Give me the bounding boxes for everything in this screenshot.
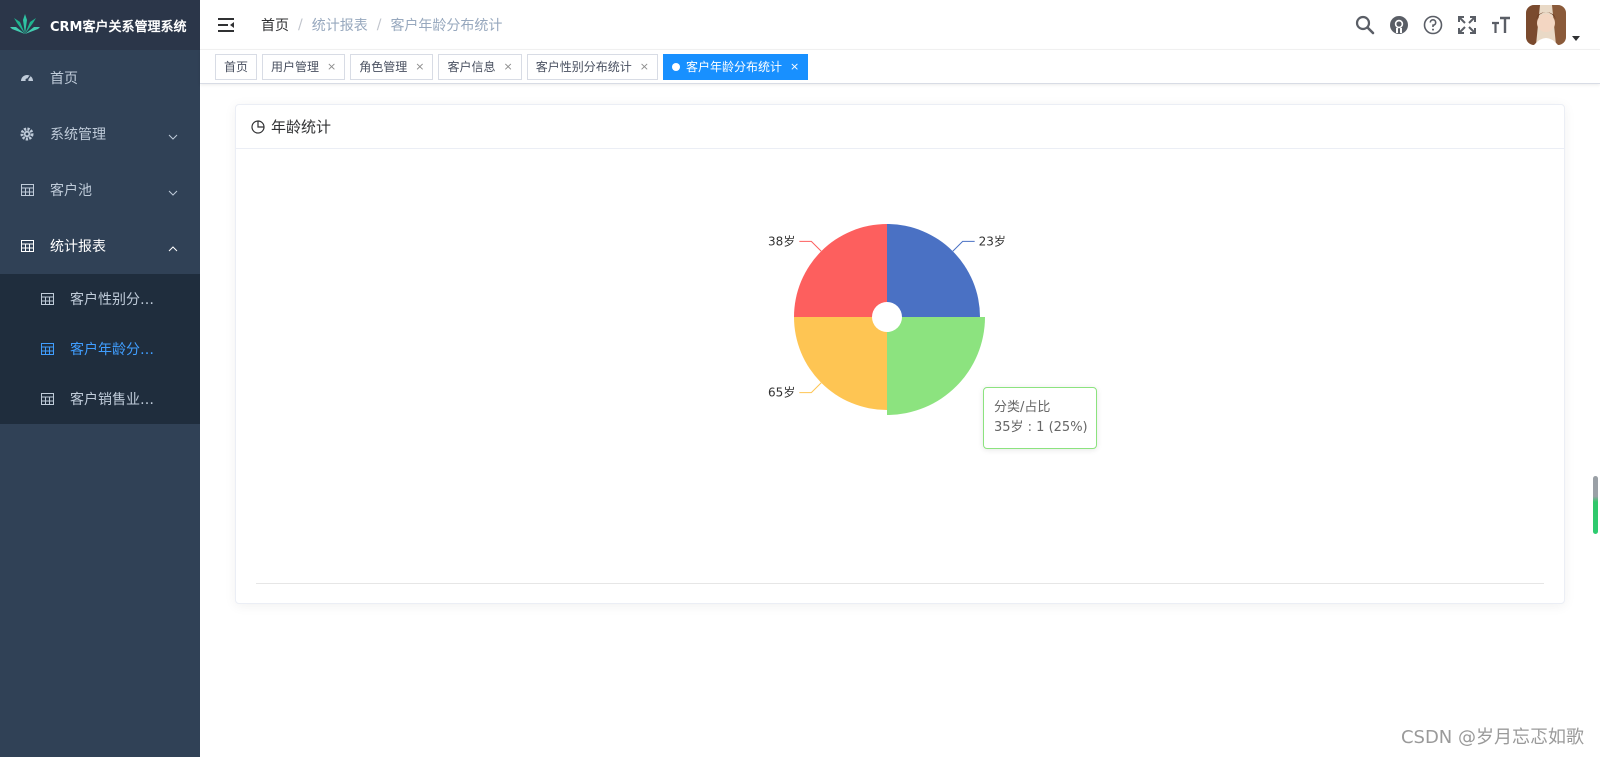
close-icon[interactable]: × — [327, 60, 336, 73]
main-area: 首页 / 统计报表 / 客户年龄分布统计 首页 用户管理 × 角色管理 × 客户… — [200, 0, 1600, 757]
slice-label: 23岁 — [979, 233, 1006, 248]
table-icon — [20, 239, 34, 253]
pie-center-hole — [872, 302, 902, 332]
tab-label: 首页 — [224, 60, 249, 74]
breadcrumb-separator: / — [298, 16, 303, 33]
logo[interactable]: CRM客户关系管理系统 — [0, 0, 200, 50]
gear-icon — [20, 127, 34, 141]
sidebar-item-label: 首页 — [50, 71, 78, 87]
tab-role-management[interactable]: 角色管理 × — [350, 53, 434, 80]
tab-label: 用户管理 — [271, 60, 320, 74]
pie-slice[interactable] — [794, 224, 887, 317]
sidebar-item-home[interactable]: 首页 — [0, 50, 200, 106]
font-size-icon[interactable] — [1484, 0, 1518, 50]
card-divider — [256, 583, 1544, 584]
pie-slice[interactable] — [794, 317, 887, 410]
chevron-down-icon — [168, 128, 178, 144]
watermark: CSDN @岁月忘忑如歌 — [1400, 727, 1584, 748]
sidebar-item-age-stats[interactable]: 客户年龄分… — [0, 324, 200, 374]
sidebar-item-label: 客户性别分… — [70, 292, 154, 308]
table-icon — [40, 292, 54, 306]
sidebar-item-system[interactable]: 系统管理 — [0, 106, 200, 162]
breadcrumb: 首页 / 统计报表 / 客户年龄分布统计 — [261, 15, 502, 35]
table-icon — [40, 392, 54, 406]
close-icon[interactable]: × — [504, 60, 513, 73]
dashboard-icon — [20, 71, 34, 85]
chevron-down-icon — [168, 184, 178, 200]
avatar[interactable] — [1526, 5, 1566, 45]
breadcrumb-item-current: 客户年龄分布统计 — [390, 17, 503, 34]
tab-age-stats[interactable]: 客户年龄分布统计 × — [662, 53, 809, 80]
label-line — [799, 382, 822, 394]
tab-label: 角色管理 — [359, 60, 408, 74]
tooltip-content: 35岁 : 1 (25%) — [994, 420, 1088, 435]
breadcrumb-item-home[interactable]: 首页 — [261, 15, 289, 35]
sidebar-item-customer-pool[interactable]: 客户池 — [0, 162, 200, 218]
card-header: 年龄统计 — [236, 105, 1564, 149]
tab-label: 客户年龄分布统计 — [685, 60, 782, 74]
tab-home[interactable]: 首页 — [215, 53, 258, 80]
chart-tooltip: 分类/占比 35岁 : 1 (25%) — [983, 387, 1097, 449]
close-icon[interactable]: × — [790, 60, 799, 73]
fullscreen-icon[interactable] — [1450, 0, 1484, 50]
sidebar-item-label: 系统管理 — [50, 127, 106, 143]
pie-slice[interactable] — [887, 317, 985, 415]
sidebar-item-label: 客户年龄分… — [70, 342, 154, 358]
pie-slice[interactable] — [887, 224, 980, 317]
slice-label: 38岁 — [768, 233, 795, 248]
table-icon — [20, 183, 34, 197]
table-icon — [40, 342, 54, 356]
breadcrumb-separator: / — [376, 16, 382, 33]
sidebar-item-label: 客户池 — [50, 183, 92, 199]
pie-chart-svg: 23岁 65岁 38岁 — [768, 224, 1006, 415]
right-menu — [1348, 0, 1580, 50]
tab-label: 客户信息 — [447, 60, 496, 74]
close-icon[interactable]: × — [640, 60, 649, 73]
close-icon[interactable]: × — [415, 60, 424, 73]
app-title: CRM客户关系管理系统 — [50, 19, 187, 35]
label-line — [799, 240, 822, 252]
card-title: 年龄统计 — [271, 118, 332, 136]
hamburger-icon[interactable] — [215, 16, 237, 34]
active-dot-icon — [671, 62, 680, 71]
tab-user-management[interactable]: 用户管理 × — [262, 53, 346, 80]
label-line — [952, 240, 975, 252]
reports-submenu: 客户性别分… 客户年龄分… 客户销售业… — [0, 274, 200, 424]
breadcrumb-item-reports: 统计报表 — [311, 17, 368, 34]
sidebar: CRM客户关系管理系统 首页 系统管理 客户池 统计报表 客户性别分… 客户年龄… — [0, 0, 200, 757]
caret-down-icon[interactable] — [1572, 26, 1580, 45]
tab-gender-stats[interactable]: 客户性别分布统计 × — [526, 53, 658, 80]
sidebar-item-label: 客户销售业… — [70, 392, 154, 408]
sidebar-item-gender-stats[interactable]: 客户性别分… — [0, 274, 200, 324]
sidebar-item-sales-stats[interactable]: 客户销售业… — [0, 374, 200, 424]
github-icon[interactable] — [1382, 0, 1416, 50]
tooltip-title: 分类/占比 — [994, 400, 1051, 415]
age-stats-card: 年龄统计 23岁 65岁 38岁 分类/占比 35岁 : 1 (25%) — [235, 104, 1565, 604]
help-icon[interactable] — [1416, 0, 1450, 50]
navbar: 首页 / 统计报表 / 客户年龄分布统计 — [200, 0, 1600, 50]
pie-chart: 23岁 65岁 38岁 — [236, 149, 1566, 579]
slice-label: 65岁 — [768, 385, 795, 400]
pie-chart-icon — [251, 119, 265, 134]
search-icon[interactable] — [1348, 0, 1382, 50]
sidebar-item-label: 统计报表 — [50, 239, 106, 255]
tab-customer-info[interactable]: 客户信息 × — [438, 53, 522, 80]
scrollbar[interactable] — [1593, 476, 1598, 534]
tab-label: 客户性别分布统计 — [535, 60, 632, 74]
logo-icon — [10, 14, 40, 34]
tags-view: 首页 用户管理 × 角色管理 × 客户信息 × 客户性别分布统计 × 客户年龄分… — [200, 50, 1600, 84]
sidebar-item-reports[interactable]: 统计报表 — [0, 218, 200, 274]
chevron-up-icon — [168, 240, 178, 256]
